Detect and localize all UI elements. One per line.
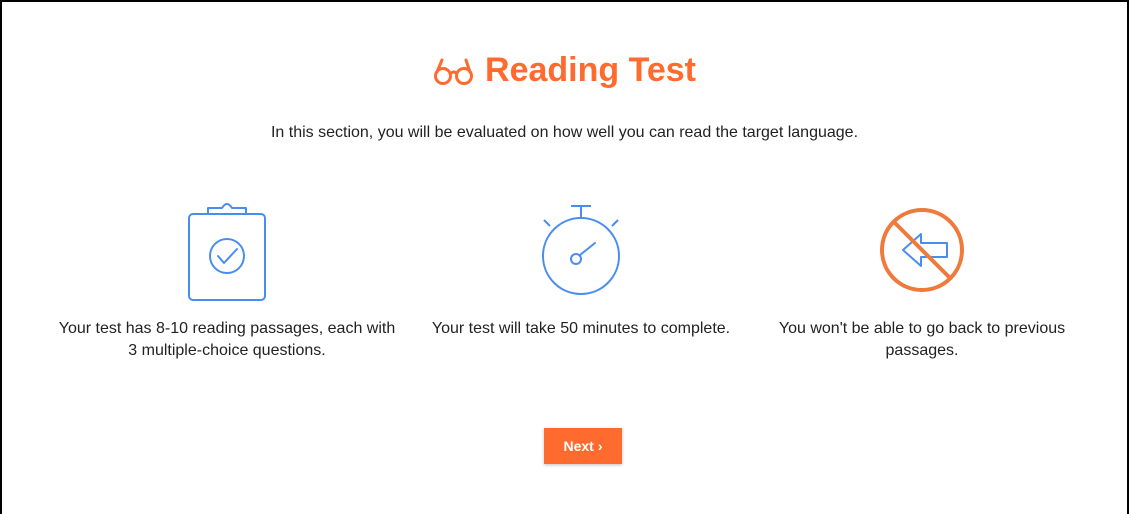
- feature-duration: Your test will take 50 minutes to comple…: [411, 198, 751, 340]
- next-button-label: Next: [563, 438, 594, 454]
- glasses-icon: [434, 58, 474, 85]
- feature-passages-text: Your test has 8-10 reading passages, eac…: [58, 320, 396, 359]
- feature-no-going-back-text: You won't be able to go back to previous…: [778, 320, 1066, 359]
- feature-no-going-back: You won't be able to go back to previous…: [752, 198, 1092, 362]
- intro-text: In this section, you will be evaluated o…: [270, 124, 859, 141]
- clipboard-check-icon: [188, 203, 266, 301]
- chevron-right-icon: ›: [597, 438, 603, 454]
- feature-duration-text: Your test will take 50 minutes to comple…: [431, 320, 731, 337]
- feature-passages: Your test has 8-10 reading passages, eac…: [57, 198, 397, 362]
- next-button[interactable]: Next ›: [544, 428, 622, 464]
- title-text: Reading Test: [485, 51, 696, 89]
- stopwatch-icon: [542, 205, 620, 295]
- page-frame: Reading Test In this section, you will b…: [0, 0, 1129, 514]
- no-back-arrow-icon: [880, 208, 964, 292]
- page-title: Reading Test: [2, 48, 1127, 92]
